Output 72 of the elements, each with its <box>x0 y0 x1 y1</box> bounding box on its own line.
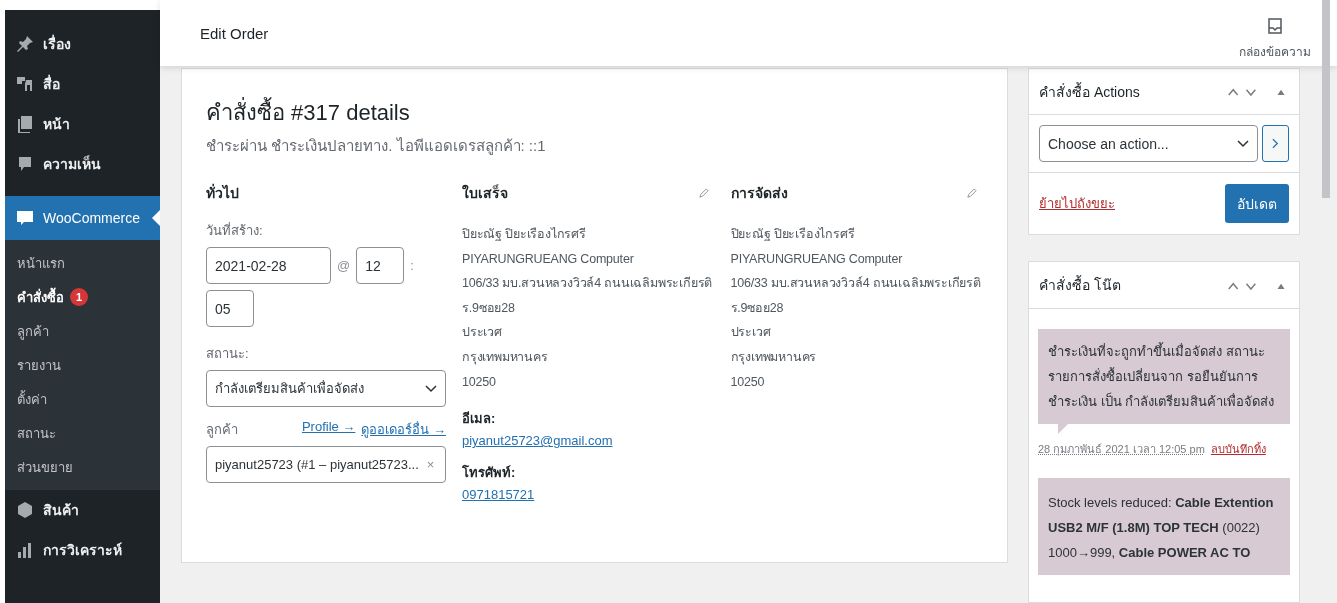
hour-field[interactable]: 12 <box>356 247 405 284</box>
address-line: ปิยะณัฐ ปิยะเรืองไกรศรี <box>462 226 587 243</box>
sidebar-item[interactable]: เรื่อง <box>5 24 160 64</box>
address-line: PIYARUNGRUEANG Computer <box>462 250 635 268</box>
note-text: Stock levels reduced: Cable Extention USB2 M/F (1.8M) TOP TECH (0022) 1000→999, Cable POWER AC TO <box>1048 494 1275 562</box>
section-heading: การจัดส่ง <box>730 184 788 203</box>
sidebar-item[interactable]: WooCommerce <box>5 196 160 240</box>
address-line: ร.9ซอย28 <box>462 299 516 317</box>
submenu-item[interactable]: คำสั่งซื้อ 1 <box>5 280 160 314</box>
email-link[interactable]: piyanut25723@gmail.com <box>462 433 613 449</box>
address-line: 106/33 มบ.สวนหลวงวิวล์4 ถนนเฉลิมพระเกียรติ <box>730 275 982 293</box>
panel-title: คำสั่งซื้อ Actions <box>1039 81 1140 102</box>
note-text: ชำระเงินที่จะถูกทำขึ้นเมื่อจัดส่ง สถานะรายการสั่งซื้อเปลี่ยนจาก รอยืนยันการชำระเงิน เป็น กำลังเตรียมสินค้าเพื่อจัดส่ง <box>1048 341 1276 411</box>
count-badge: 1 <box>70 288 88 306</box>
edit-icon[interactable] <box>697 187 709 199</box>
minute-field[interactable]: 05 <box>206 290 254 327</box>
submenu-item[interactable]: หน้าแรก <box>5 246 160 280</box>
field-label: ลูกค้า <box>206 421 238 440</box>
link[interactable]: ดูออเดอร์อื่น → <box>361 419 446 440</box>
action-select[interactable]: Choose an action... <box>1039 125 1258 162</box>
submenu-item[interactable]: ตั้งค่า <box>5 382 160 416</box>
submenu-item[interactable]: รายงาน <box>5 348 160 382</box>
sidebar-item[interactable]: สื่อ <box>5 64 160 104</box>
speech-bubble-icon <box>15 208 35 228</box>
panel-title: คำสั่งซื้อ โน๊ต <box>1039 274 1121 295</box>
section-heading: ทั่วไป <box>206 182 240 203</box>
address-line: ประเวศ <box>730 324 772 342</box>
date-field[interactable]: 2021-02-28 <box>206 247 331 284</box>
edit-icon[interactable] <box>966 187 977 199</box>
at-sign: @ <box>337 258 351 273</box>
field-label: อีเมล: <box>462 410 497 429</box>
update-button[interactable]: อัปเดต <box>1225 184 1289 223</box>
submenu-item[interactable]: ลูกค้า <box>5 314 160 348</box>
address-line: กรุงเทพมหานคร <box>730 348 818 367</box>
address-line: ประเวศ <box>462 324 503 342</box>
address-line: ปิยะณัฐ ปิยะเรืองไกรศรี <box>730 226 856 243</box>
address-line: 10250 <box>462 373 497 391</box>
trash-link[interactable]: ย้ายไปถังขยะ <box>1039 193 1115 214</box>
field-label: โทรศัพท์: <box>462 464 517 483</box>
box-icon <box>15 500 35 520</box>
field-label: วันที่สร้าง: <box>206 221 264 240</box>
page-icon <box>15 114 35 134</box>
address-line: PIYARUNGRUEANG Computer <box>730 250 904 268</box>
media-icon <box>15 74 35 94</box>
chevron-down-icon <box>425 384 437 393</box>
address-line: ร.9ซอย28 <box>730 299 785 317</box>
customer-select[interactable]: piyanut25723 (#1 – piyanut25723... × <box>206 446 446 483</box>
address-line: 106/33 มบ.สวนหลวงวิวล์4 ถนนเฉลิมพระเกียรติ <box>462 275 714 293</box>
chevron-down-icon <box>1237 139 1249 148</box>
status-select[interactable]: กำลังเตรียมสินค้าเพื่อจัดส่ง <box>206 370 446 407</box>
time-separator: : <box>410 258 414 273</box>
scrollbar-thumb[interactable] <box>1322 0 1330 198</box>
address-line: 10250 <box>730 373 766 391</box>
inbox-button[interactable]: กล่องข้อความ <box>1239 15 1311 61</box>
pin-icon <box>15 34 35 54</box>
inbox-icon <box>1265 15 1285 36</box>
section-heading: ใบเสร็จ <box>462 183 508 203</box>
apply-button[interactable] <box>1262 125 1289 162</box>
submenu-item[interactable]: ส่วนขยาย <box>5 450 160 484</box>
submenu-item[interactable]: สถานะ <box>5 416 160 450</box>
order-heading: คำสั่งซื้อ #317 details <box>206 95 983 130</box>
address-line: กรุงเทพมหานคร <box>462 348 549 367</box>
sidebar-item[interactable]: ความเห็น <box>5 144 160 184</box>
link[interactable]: Profile → <box>301 419 356 440</box>
chevron-right-icon <box>1272 138 1279 149</box>
page-title: Edit Order <box>200 24 269 42</box>
note-date: 28 กุมภาพันธ์ 2021 เวลา 12:05 pm <box>1038 443 1205 455</box>
sidebar-item[interactable]: หน้า <box>5 104 160 144</box>
phone-link[interactable]: 0971815721 <box>462 487 535 503</box>
field-label: สถานะ: <box>206 345 250 363</box>
payment-info: ชำระผ่าน ชำระเงินปลายทาง. ไอพีแอดเดรสลูกค้า: ::1 <box>206 136 547 157</box>
delete-note-link[interactable]: ลบบันทึกทิ้ง <box>1210 443 1266 455</box>
